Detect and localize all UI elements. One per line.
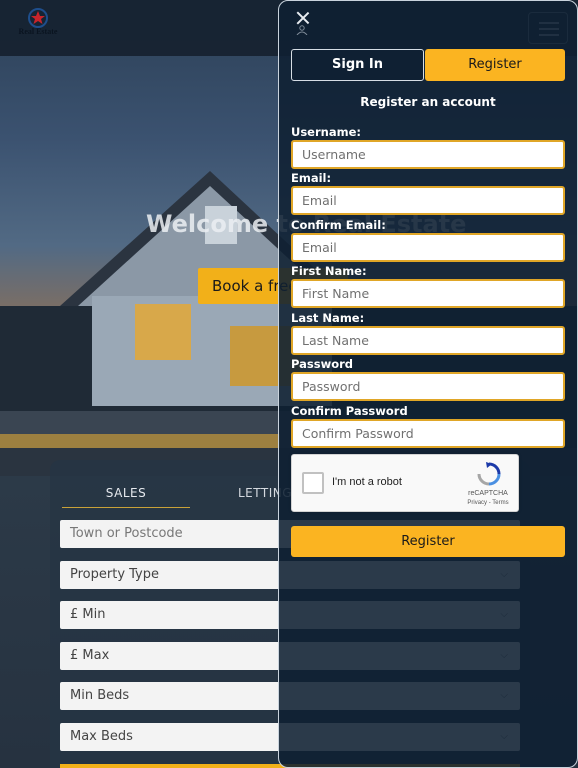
confirm-password-label: Confirm Password — [291, 404, 408, 418]
register-heading: Register an account — [360, 95, 496, 109]
recaptcha-icon — [477, 462, 501, 486]
max-price-label: £ Max — [70, 648, 110, 663]
person-icon — [296, 25, 308, 35]
max-beds-label: Max Beds — [70, 729, 133, 744]
first-name-input[interactable] — [291, 279, 565, 308]
confirm-password-input[interactable] — [291, 419, 565, 448]
register-submit-button[interactable]: Register — [291, 526, 565, 557]
site-logo[interactable]: Real Estate — [16, 8, 60, 48]
recaptcha-widget: I'm not a robot reCAPTCHA Privacy - Term… — [291, 454, 519, 512]
close-icon[interactable] — [296, 11, 310, 25]
first-name-label: First Name: — [291, 264, 367, 278]
confirm-email-label: Confirm Email: — [291, 218, 386, 232]
recaptcha-privacy-terms[interactable]: Privacy - Terms — [452, 500, 524, 506]
min-price-label: £ Min — [70, 607, 106, 622]
tab-register[interactable]: Register — [425, 49, 565, 81]
email-label: Email: — [291, 171, 332, 185]
password-input[interactable] — [291, 372, 565, 401]
last-name-input[interactable] — [291, 326, 565, 355]
last-name-label: Last Name: — [291, 311, 365, 325]
recaptcha-brand: reCAPTCHA — [468, 490, 508, 497]
tab-sign-in[interactable]: Sign In — [291, 49, 424, 81]
logo-mark-icon — [28, 8, 48, 28]
recaptcha-checkbox[interactable] — [302, 472, 324, 494]
tab-sales[interactable]: SALES — [62, 480, 190, 508]
logo-text: Real Estate — [18, 27, 58, 36]
confirm-email-input[interactable] — [291, 233, 565, 262]
recaptcha-label: I'm not a robot — [332, 476, 402, 488]
auth-panel: Sign In Register Register an account Use… — [278, 0, 578, 768]
password-label: Password — [291, 357, 353, 371]
min-beds-label: Min Beds — [70, 688, 130, 703]
username-label: Username: — [291, 125, 361, 139]
email-input[interactable] — [291, 186, 565, 215]
property-type-label: Property Type — [70, 567, 160, 582]
username-input[interactable] — [291, 140, 565, 169]
